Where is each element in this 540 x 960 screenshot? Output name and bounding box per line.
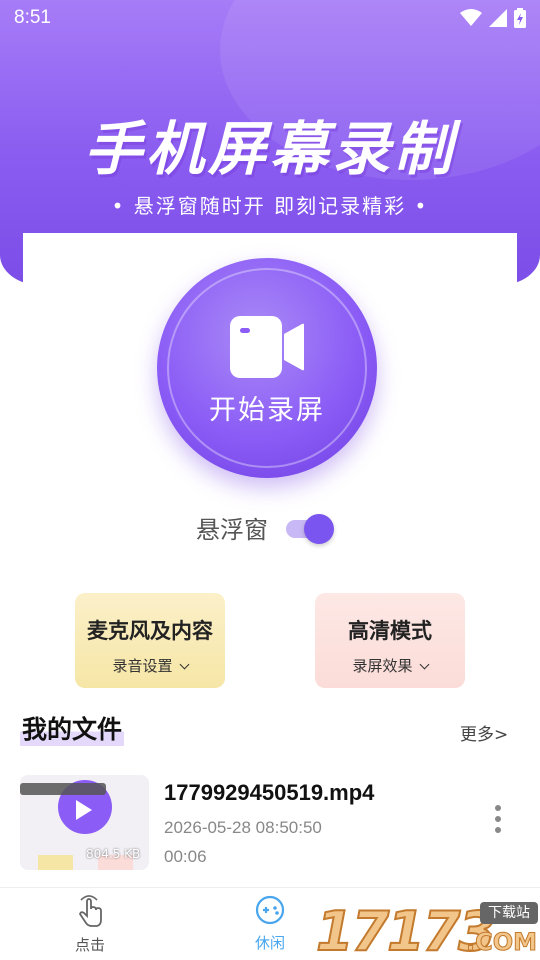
video-thumbnail[interactable]: 804.5 KB [20, 775, 149, 870]
hd-option-subtitle: 录屏效果 [315, 655, 465, 676]
float-window-toggle[interactable] [286, 513, 334, 544]
mic-option-title: 麦克风及内容 [87, 619, 213, 643]
nav-click-label: 点击 [74, 936, 105, 954]
chevron-down-icon [419, 659, 429, 670]
start-recording-button[interactable]: 开始录屏 [157, 258, 377, 478]
thumb-option-yellow [38, 855, 73, 870]
recording-effect-label: 录屏效果 [352, 657, 413, 675]
hero-title: 手机屏幕录制 [83, 115, 456, 183]
wifi-icon [460, 9, 482, 26]
audio-settings-label: 录音设置 [112, 657, 173, 675]
mic-option-subtitle: 录音设置 [75, 655, 225, 676]
toggle-knob [304, 513, 334, 544]
start-recording-label: 开始录屏 [209, 395, 325, 426]
hero-subtitle: • 悬浮窗随时开 即刻记录精彩 • [111, 194, 429, 218]
hd-mode-option[interactable]: 高清模式 录屏效果 [315, 593, 465, 688]
tap-hand-icon [79, 895, 102, 927]
more-files-link[interactable]: 更多> [460, 720, 508, 745]
status-icons [460, 8, 526, 28]
video-camera-icon [230, 316, 304, 378]
my-files-title: 我的文件 [20, 710, 125, 746]
nav-item-leisure[interactable]: 休闲 [225, 894, 315, 953]
mic-content-option[interactable]: 麦克风及内容 录音设置 [75, 593, 225, 688]
site-watermark: 17173 下载站 .COM [315, 898, 540, 960]
float-window-row: 悬浮窗 [196, 510, 334, 545]
more-options-icon[interactable] [492, 805, 504, 839]
play-icon [76, 800, 92, 820]
hd-option-title: 高清模式 [348, 619, 432, 643]
float-window-label: 悬浮窗 [196, 516, 268, 544]
file-date: 2026-05-28 08:50:50 [164, 818, 322, 837]
gamepad-icon [255, 895, 285, 925]
thumb-file-size: 804.5 KB [86, 847, 141, 861]
thumb-toolbar [20, 783, 106, 795]
chevron-down-icon [179, 659, 189, 670]
file-duration: 00:06 [164, 847, 207, 866]
battery-icon [514, 8, 526, 28]
watermark-tag: 下载站 [480, 902, 538, 924]
status-time: 8:51 [14, 7, 51, 28]
file-list-item[interactable]: 804.5 KB 1779929450519.mp4 2026-05-28 08… [20, 775, 520, 870]
nav-leisure-label: 休闲 [254, 934, 285, 952]
file-name: 1779929450519.mp4 [164, 780, 375, 805]
nav-item-click[interactable]: 点击 [45, 894, 135, 955]
status-bar: 8:51 [0, 0, 540, 36]
signal-icon [489, 9, 507, 27]
watermark-suffix: .COM [465, 928, 538, 957]
